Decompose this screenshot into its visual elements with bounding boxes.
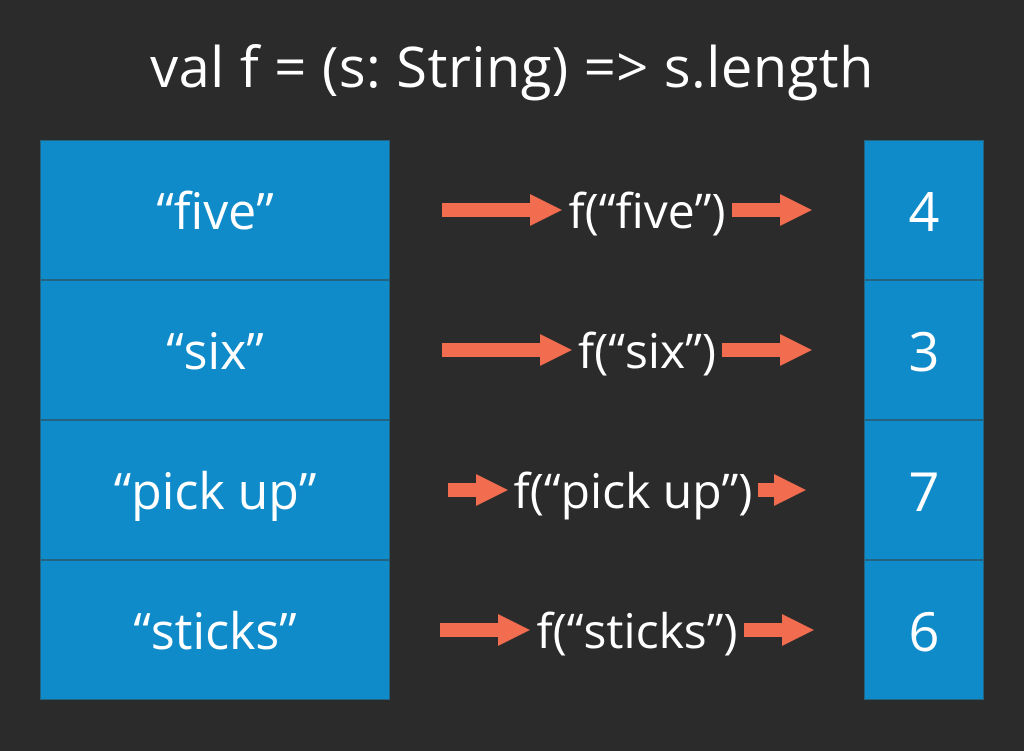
input-cell: “five” xyxy=(40,140,390,280)
mapping-arrow: f(“five”) xyxy=(390,140,864,280)
output-cell: 7 xyxy=(864,420,984,560)
input-cell: “six” xyxy=(40,280,390,420)
output-cell: 4 xyxy=(864,140,984,280)
arrow-right-icon xyxy=(744,610,814,650)
diagram-stage: val f = (s: String) => s.length “five” f… xyxy=(0,0,1024,751)
mapping-arrow: f(“pick up”) xyxy=(390,420,864,560)
output-value: 3 xyxy=(909,313,940,387)
function-call: f(“pick up”) xyxy=(508,458,759,523)
code-definition: val f = (s: String) => s.length xyxy=(0,28,1024,104)
arrow-right-icon xyxy=(442,190,562,230)
input-cell: “sticks” xyxy=(40,560,390,700)
mapping-arrow: f(“six”) xyxy=(390,280,864,420)
output-value: 4 xyxy=(909,173,940,247)
output-value: 6 xyxy=(909,593,940,667)
arrow-right-icon xyxy=(442,330,572,370)
function-call: f(“six”) xyxy=(572,318,722,383)
output-value: 7 xyxy=(909,453,940,527)
mapping-grid: “five” f(“five”) 4 “six” xyxy=(40,140,984,700)
input-cell: “pick up” xyxy=(40,420,390,560)
input-value: “five” xyxy=(156,176,273,244)
input-value: “six” xyxy=(166,316,264,384)
output-cell: 6 xyxy=(864,560,984,700)
mapping-arrow: f(“sticks”) xyxy=(390,560,864,700)
arrow-right-icon xyxy=(448,470,508,510)
function-call: f(“sticks”) xyxy=(530,598,743,663)
input-value: “sticks” xyxy=(133,596,296,664)
input-value: “pick up” xyxy=(114,456,317,524)
arrow-right-icon xyxy=(758,470,806,510)
arrow-right-icon xyxy=(732,190,812,230)
arrow-right-icon xyxy=(722,330,812,370)
function-call: f(“five”) xyxy=(562,178,731,243)
output-cell: 3 xyxy=(864,280,984,420)
arrow-right-icon xyxy=(440,610,530,650)
